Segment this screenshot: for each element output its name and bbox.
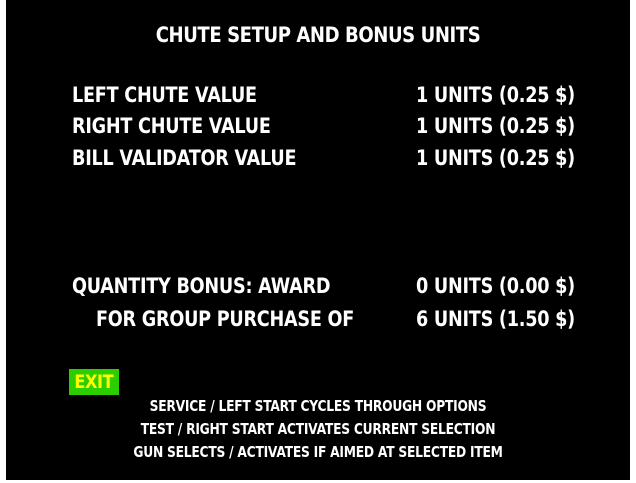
right-chute-value-setting[interactable]: 1 UNITS (0.25 $) <box>416 114 575 138</box>
exit-button[interactable]: EXIT <box>69 369 119 395</box>
right-chute-value-option[interactable]: RIGHT CHUTE VALUE <box>72 114 271 138</box>
group-purchase-setting[interactable]: 6 UNITS (1.50 $) <box>416 307 575 331</box>
exit-label: EXIT <box>74 371 114 393</box>
group-purchase-option[interactable]: FOR GROUP PURCHASE OF <box>96 307 354 331</box>
help-line-test: TEST / RIGHT START ACTIVATES CURRENT SEL… <box>140 420 496 438</box>
quantity-bonus-award-setting[interactable]: 0 UNITS (0.00 $) <box>416 274 575 298</box>
operator-menu-screen: CHUTE SETUP AND BONUS UNITS LEFT CHUTE V… <box>6 0 630 480</box>
left-chute-value-setting[interactable]: 1 UNITS (0.25 $) <box>416 83 575 107</box>
left-chute-value-option[interactable]: LEFT CHUTE VALUE <box>72 83 257 107</box>
quantity-bonus-award-option[interactable]: QUANTITY BONUS: AWARD <box>72 274 331 298</box>
help-line-gun: GUN SELECTS / ACTIVATES IF AIMED AT SELE… <box>133 443 503 461</box>
menu-title: CHUTE SETUP AND BONUS UNITS <box>155 23 481 47</box>
bill-validator-value-setting[interactable]: 1 UNITS (0.25 $) <box>416 146 575 170</box>
help-line-service: SERVICE / LEFT START CYCLES THROUGH OPTI… <box>149 397 487 415</box>
bill-validator-value-option[interactable]: BILL VALIDATOR VALUE <box>72 146 297 170</box>
